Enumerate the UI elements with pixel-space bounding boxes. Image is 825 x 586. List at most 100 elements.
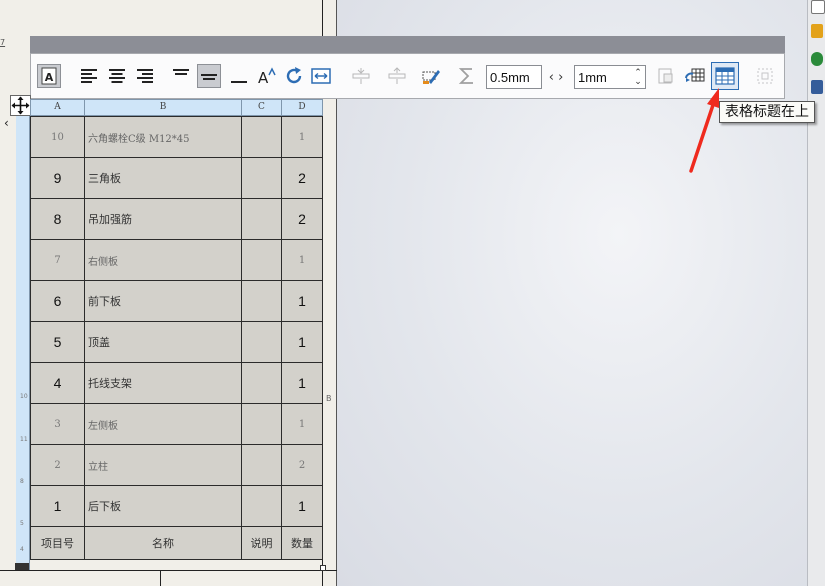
insert-row-above-button[interactable]: [385, 64, 409, 88]
item-number-cell[interactable]: 1: [30, 485, 85, 527]
chevron-down-icon[interactable]: ⌄: [634, 77, 642, 86]
item-number-cell[interactable]: 5: [30, 321, 85, 363]
header-on-bottom-button[interactable]: [753, 64, 777, 88]
quantity-cell[interactable]: 1: [281, 280, 323, 322]
header-item-number[interactable]: 项目号: [30, 526, 85, 560]
border-thickness-field[interactable]: ⌃ ⌄: [574, 65, 646, 89]
quantity-cell[interactable]: 1: [281, 362, 323, 404]
quantity-cell[interactable]: 1: [281, 321, 323, 363]
collapse-chevron-icon[interactable]: ‹: [4, 116, 16, 134]
table-move-handle[interactable]: [10, 95, 31, 116]
header-quantity[interactable]: 数量: [281, 526, 323, 560]
chevron-right-icon[interactable]: ›: [558, 70, 563, 85]
description-cell[interactable]: [241, 280, 282, 322]
item-number-cell[interactable]: 3: [30, 403, 85, 445]
column-header-b[interactable]: B: [84, 99, 242, 116]
thickness-stepper[interactable]: ⌃ ⌄: [632, 66, 644, 88]
table-corner-handle[interactable]: [320, 565, 326, 571]
header-part-name[interactable]: 名称: [84, 526, 242, 560]
item-number-cell[interactable]: 6: [30, 280, 85, 322]
part-name-cell[interactable]: 吊加强筋: [84, 198, 242, 240]
part-name-cell[interactable]: 六角螺栓C级 M12*45: [84, 116, 242, 158]
table-row[interactable]: 4 托线支架 1: [30, 362, 323, 404]
column-header-d[interactable]: D: [281, 99, 323, 116]
text-style-button[interactable]: A: [255, 64, 279, 88]
sheet-zone-letter: B: [326, 394, 332, 403]
insert-row-below-button[interactable]: [349, 64, 373, 88]
lock-column-width-button[interactable]: [653, 64, 677, 88]
sigma-icon: [458, 68, 473, 84]
description-cell[interactable]: [241, 321, 282, 363]
table-row[interactable]: 6 前下板 1: [30, 280, 323, 322]
table-row[interactable]: 10 六角螺栓C级 M12*45 1: [30, 116, 323, 158]
part-name-cell[interactable]: 立柱: [84, 444, 242, 486]
table-properties-button[interactable]: [683, 64, 707, 88]
quantity-cell[interactable]: 1: [281, 403, 323, 445]
description-cell[interactable]: [241, 444, 282, 486]
quantity-cell[interactable]: 1: [281, 116, 323, 158]
align-bottom-button[interactable]: [227, 64, 251, 88]
svg-text:A: A: [258, 69, 269, 86]
tooltip-header-on-top: 表格标题在上: [719, 101, 815, 123]
quantity-cell[interactable]: 1: [281, 239, 323, 281]
fit-text-button[interactable]: [309, 64, 333, 88]
part-name-cell[interactable]: 后下板: [84, 485, 242, 527]
align-top-button[interactable]: [169, 64, 193, 88]
grid-spacing-field[interactable]: [486, 65, 543, 89]
spacing-stepper[interactable]: ‹ ›: [543, 65, 569, 89]
part-name-cell[interactable]: 三角板: [84, 157, 242, 199]
part-name-cell[interactable]: 顶盖: [84, 321, 242, 363]
item-number-cell[interactable]: 8: [30, 198, 85, 240]
part-name-cell[interactable]: 托线支架: [84, 362, 242, 404]
part-name-cell[interactable]: 右侧板: [84, 239, 242, 281]
item-number-cell[interactable]: 4: [30, 362, 85, 404]
table-row[interactable]: 8 吊加强筋 2: [30, 198, 323, 240]
column-header-c[interactable]: C: [241, 99, 282, 116]
align-middle-button[interactable]: [197, 64, 221, 88]
grid-spacing-input[interactable]: [487, 66, 543, 88]
column-header-a[interactable]: A: [30, 99, 85, 116]
sum-button[interactable]: [455, 64, 479, 88]
quantity-cell[interactable]: 2: [281, 157, 323, 199]
table-row[interactable]: 2 立柱 2: [30, 444, 323, 486]
description-cell[interactable]: [241, 116, 282, 158]
task-pane-tab-icon[interactable]: [811, 0, 825, 14]
cell-edit-button[interactable]: [419, 64, 443, 88]
item-number-cell[interactable]: 7: [30, 239, 85, 281]
item-number-cell[interactable]: 9: [30, 157, 85, 199]
border-thickness-input[interactable]: [575, 66, 631, 88]
description-cell[interactable]: [241, 403, 282, 445]
table-resize-handle[interactable]: [15, 563, 29, 570]
view-palette-icon[interactable]: [811, 80, 823, 94]
part-name-cell[interactable]: 前下板: [84, 280, 242, 322]
chevron-left-icon[interactable]: ‹: [549, 70, 554, 85]
description-cell[interactable]: [241, 485, 282, 527]
item-number-cell[interactable]: 2: [30, 444, 85, 486]
row-header-bar[interactable]: [16, 116, 30, 570]
align-center-button[interactable]: [105, 64, 129, 88]
item-number-cell[interactable]: 10: [30, 116, 85, 158]
quantity-cell[interactable]: 2: [281, 198, 323, 240]
header-on-top-button[interactable]: [711, 62, 739, 90]
quantity-cell[interactable]: 1: [281, 485, 323, 527]
rotate-text-button[interactable]: [283, 64, 307, 88]
use-document-font-button[interactable]: A: [37, 64, 61, 88]
table-row[interactable]: 7 右侧板 1: [30, 239, 323, 281]
part-name-cell[interactable]: 左侧板: [84, 403, 242, 445]
file-explorer-icon[interactable]: [811, 52, 823, 66]
toolbar-title-bar[interactable]: [30, 36, 785, 53]
design-library-icon[interactable]: [811, 24, 823, 38]
align-left-button[interactable]: [77, 64, 101, 88]
description-cell[interactable]: [241, 239, 282, 281]
table-row[interactable]: 9 三角板 2: [30, 157, 323, 199]
table-row[interactable]: 5 顶盖 1: [30, 321, 323, 363]
description-cell[interactable]: [241, 157, 282, 199]
description-cell[interactable]: [241, 362, 282, 404]
header-description[interactable]: 说明: [241, 526, 282, 560]
table-row[interactable]: 1 后下板 1: [30, 485, 323, 527]
table-row[interactable]: 3 左侧板 1: [30, 403, 323, 445]
align-right-button[interactable]: [133, 64, 157, 88]
quantity-cell[interactable]: 2: [281, 444, 323, 486]
sheet-zone-tick: [160, 570, 161, 586]
description-cell[interactable]: [241, 198, 282, 240]
